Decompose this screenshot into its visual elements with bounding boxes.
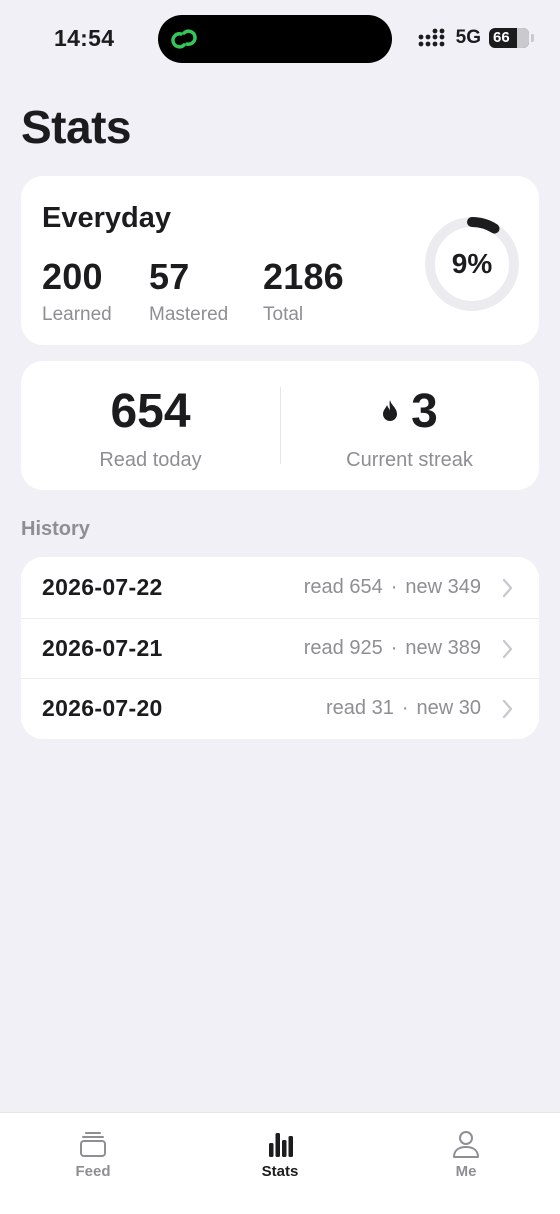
streak-value: 3 <box>411 384 438 438</box>
stack-icon <box>80 1132 106 1157</box>
learned-label: Learned <box>42 304 112 325</box>
history-new-count: new 349 <box>405 576 481 598</box>
progress-percent: 9% <box>451 248 493 279</box>
mastered-stat: 57 Mastered <box>149 256 228 326</box>
total-label: Total <box>263 304 304 325</box>
learned-value: 200 <box>42 256 103 297</box>
tab-stats[interactable]: Stats <box>225 1129 335 1189</box>
history-section-label: History <box>21 518 90 540</box>
today-card: 654 Read today 3 Current streak <box>21 361 539 490</box>
history-summary: read 925 · new 389 <box>304 637 481 660</box>
history-new-count: new 389 <box>405 637 481 659</box>
mastered-label: Mastered <box>149 304 229 325</box>
battery-icon: 66 <box>489 28 529 48</box>
history-list: 2026-07-22 read 654 · new 349 2026-07-21… <box>21 557 539 739</box>
history-date: 2026-07-20 <box>42 695 163 721</box>
read-today-label: Read today <box>99 449 202 471</box>
link-app-icon <box>171 29 197 49</box>
history-read-count: read 31 <box>325 697 394 719</box>
history-date: 2026-07-22 <box>42 574 163 600</box>
history-read-count: read 654 <box>303 576 383 598</box>
history-separator: · <box>390 637 398 659</box>
page-title: Stats <box>21 101 131 153</box>
bar-chart-icon <box>269 1133 293 1157</box>
network-type: 5G <box>455 27 481 48</box>
tab-stats-label: Stats <box>261 1163 299 1180</box>
flame-icon <box>383 400 398 421</box>
status-time: 14:54 <box>54 25 115 51</box>
battery-tip <box>531 34 534 42</box>
person-icon <box>453 1131 479 1158</box>
deck-name: Everyday <box>42 202 171 234</box>
stats-screen: 14:54 5G 66 Stats Everyday 200 Learned 5… <box>0 0 560 1214</box>
chevron-right-icon <box>502 578 513 598</box>
history-summary: read 31 · new 30 <box>326 697 481 720</box>
tab-me-label: Me <box>455 1163 477 1180</box>
history-row[interactable]: 2026-07-20 read 31 · new 30 <box>21 678 539 739</box>
total-stat: 2186 Total <box>263 256 344 326</box>
chevron-right-icon <box>502 639 513 659</box>
mastered-value: 57 <box>149 256 190 297</box>
status-bar: 14:54 5G 66 <box>0 0 560 78</box>
battery-level: 66 <box>493 29 510 46</box>
history-new-count: new 30 <box>416 697 482 719</box>
read-today-stat: 654 Read today <box>21 361 280 490</box>
chevron-right-icon <box>502 699 513 719</box>
learned-stat: 200 Learned <box>42 256 112 326</box>
history-separator: · <box>401 697 409 719</box>
total-value: 2186 <box>263 256 344 297</box>
history-row[interactable]: 2026-07-22 read 654 · new 349 <box>21 557 539 618</box>
streak-stat: 3 Current streak <box>280 361 539 490</box>
streak-label: Current streak <box>346 449 473 471</box>
tab-feed[interactable]: Feed <box>38 1129 148 1189</box>
read-today-value: 654 <box>110 384 191 438</box>
history-read-count: read 925 <box>303 637 383 659</box>
status-indicators: 5G 66 <box>418 26 534 50</box>
history-summary: read 654 · new 349 <box>304 576 481 599</box>
tab-feed-label: Feed <box>75 1163 111 1180</box>
tab-bar: Feed Stats Me <box>0 1112 560 1214</box>
dynamic-island[interactable] <box>158 15 392 63</box>
deck-card[interactable]: Everyday 200 Learned 57 Mastered 2186 To… <box>21 176 539 345</box>
history-row[interactable]: 2026-07-21 read 925 · new 389 <box>21 618 539 679</box>
history-date: 2026-07-21 <box>42 635 163 661</box>
history-separator: · <box>390 576 398 598</box>
tab-me[interactable]: Me <box>411 1129 521 1189</box>
cellular-signal-icon <box>418 28 445 47</box>
